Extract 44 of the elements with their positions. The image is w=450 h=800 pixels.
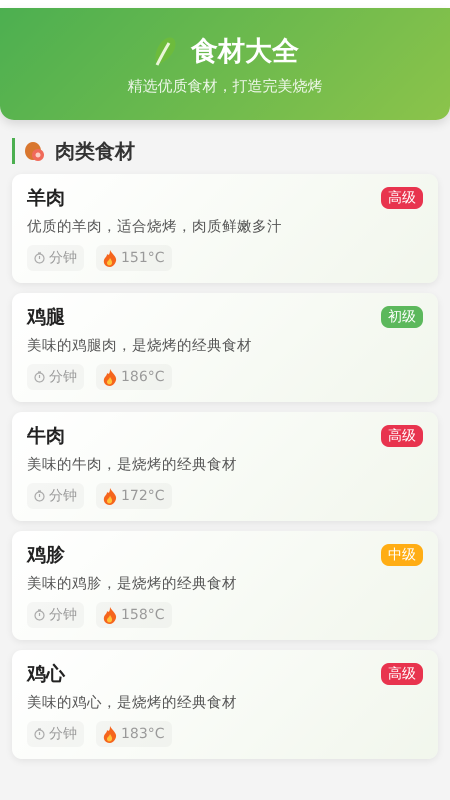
ingredient-name: 羊肉 bbox=[27, 186, 65, 211]
timer-icon bbox=[34, 490, 45, 502]
temperature-chip: 183°C bbox=[96, 721, 172, 747]
ingredient-card[interactable]: 鸡心 高级 美味的鸡心，是烧烤的经典食材 分钟 183°C bbox=[12, 650, 438, 759]
page-subtitle: 精选优质食材，打造完美烧烤 bbox=[128, 76, 322, 96]
level-tag: 高级 bbox=[381, 425, 423, 447]
flame-icon bbox=[103, 250, 117, 266]
ingredient-description: 美味的鸡胗，是烧烤的经典食材 bbox=[27, 574, 238, 593]
meat-icon bbox=[23, 139, 47, 163]
ingredient-description: 美味的鸡心，是烧烤的经典食材 bbox=[27, 694, 238, 712]
timer-icon bbox=[34, 728, 45, 740]
level-tag: 高级 bbox=[381, 187, 423, 209]
time-chip: 分钟 bbox=[27, 602, 84, 628]
flame-icon bbox=[103, 606, 117, 624]
level-tag: 高级 bbox=[381, 663, 423, 685]
temperature-chip: 151°C bbox=[96, 245, 172, 271]
time-chip: 分钟 bbox=[27, 245, 84, 271]
temperature-chip: 172°C bbox=[96, 483, 172, 509]
ingredient-name: 鸡胗 bbox=[27, 543, 65, 568]
ingredient-name: 鸡心 bbox=[27, 662, 65, 687]
section-title: 肉类食材 bbox=[55, 138, 135, 164]
page-title: 食材大全 bbox=[191, 34, 299, 68]
flame-icon bbox=[103, 368, 117, 386]
time-chip: 分钟 bbox=[27, 721, 84, 747]
ingredient-description: 美味的牛肉，是烧烤的经典食材 bbox=[27, 456, 238, 474]
ingredient-card[interactable]: 鸡胗 中级 美味的鸡胗，是烧烤的经典食材 分钟 158°C bbox=[12, 531, 438, 640]
timer-icon bbox=[34, 371, 45, 383]
ingredient-description: 美味的鸡腿肉，是烧烤的经典食材 bbox=[27, 336, 253, 355]
ingredient-card[interactable]: 鸡腿 初级 美味的鸡腿肉，是烧烤的经典食材 分钟 186°C bbox=[12, 293, 438, 402]
time-chip: 分钟 bbox=[27, 483, 84, 509]
level-tag: 中级 bbox=[381, 544, 423, 566]
flame-icon bbox=[103, 726, 117, 742]
ingredient-description: 优质的羊肉，适合烧烤，肉质鲜嫩多汁 bbox=[27, 218, 283, 236]
ingredient-card[interactable]: 牛肉 高级 美味的牛肉，是烧烤的经典食材 分钟 172°C bbox=[12, 412, 438, 521]
ingredient-card[interactable]: 羊肉 高级 优质的羊肉，适合烧烤，肉质鲜嫩多汁 分钟 151°C bbox=[12, 174, 438, 283]
timer-icon bbox=[34, 252, 45, 264]
flame-icon bbox=[103, 488, 117, 504]
ingredient-name: 鸡腿 bbox=[27, 305, 65, 330]
temperature-chip: 186°C bbox=[96, 364, 172, 390]
time-chip: 分钟 bbox=[27, 364, 84, 390]
ingredient-name: 牛肉 bbox=[27, 424, 65, 449]
temperature-chip: 158°C bbox=[96, 602, 172, 628]
level-tag: 初级 bbox=[381, 306, 423, 328]
timer-icon bbox=[34, 609, 45, 621]
